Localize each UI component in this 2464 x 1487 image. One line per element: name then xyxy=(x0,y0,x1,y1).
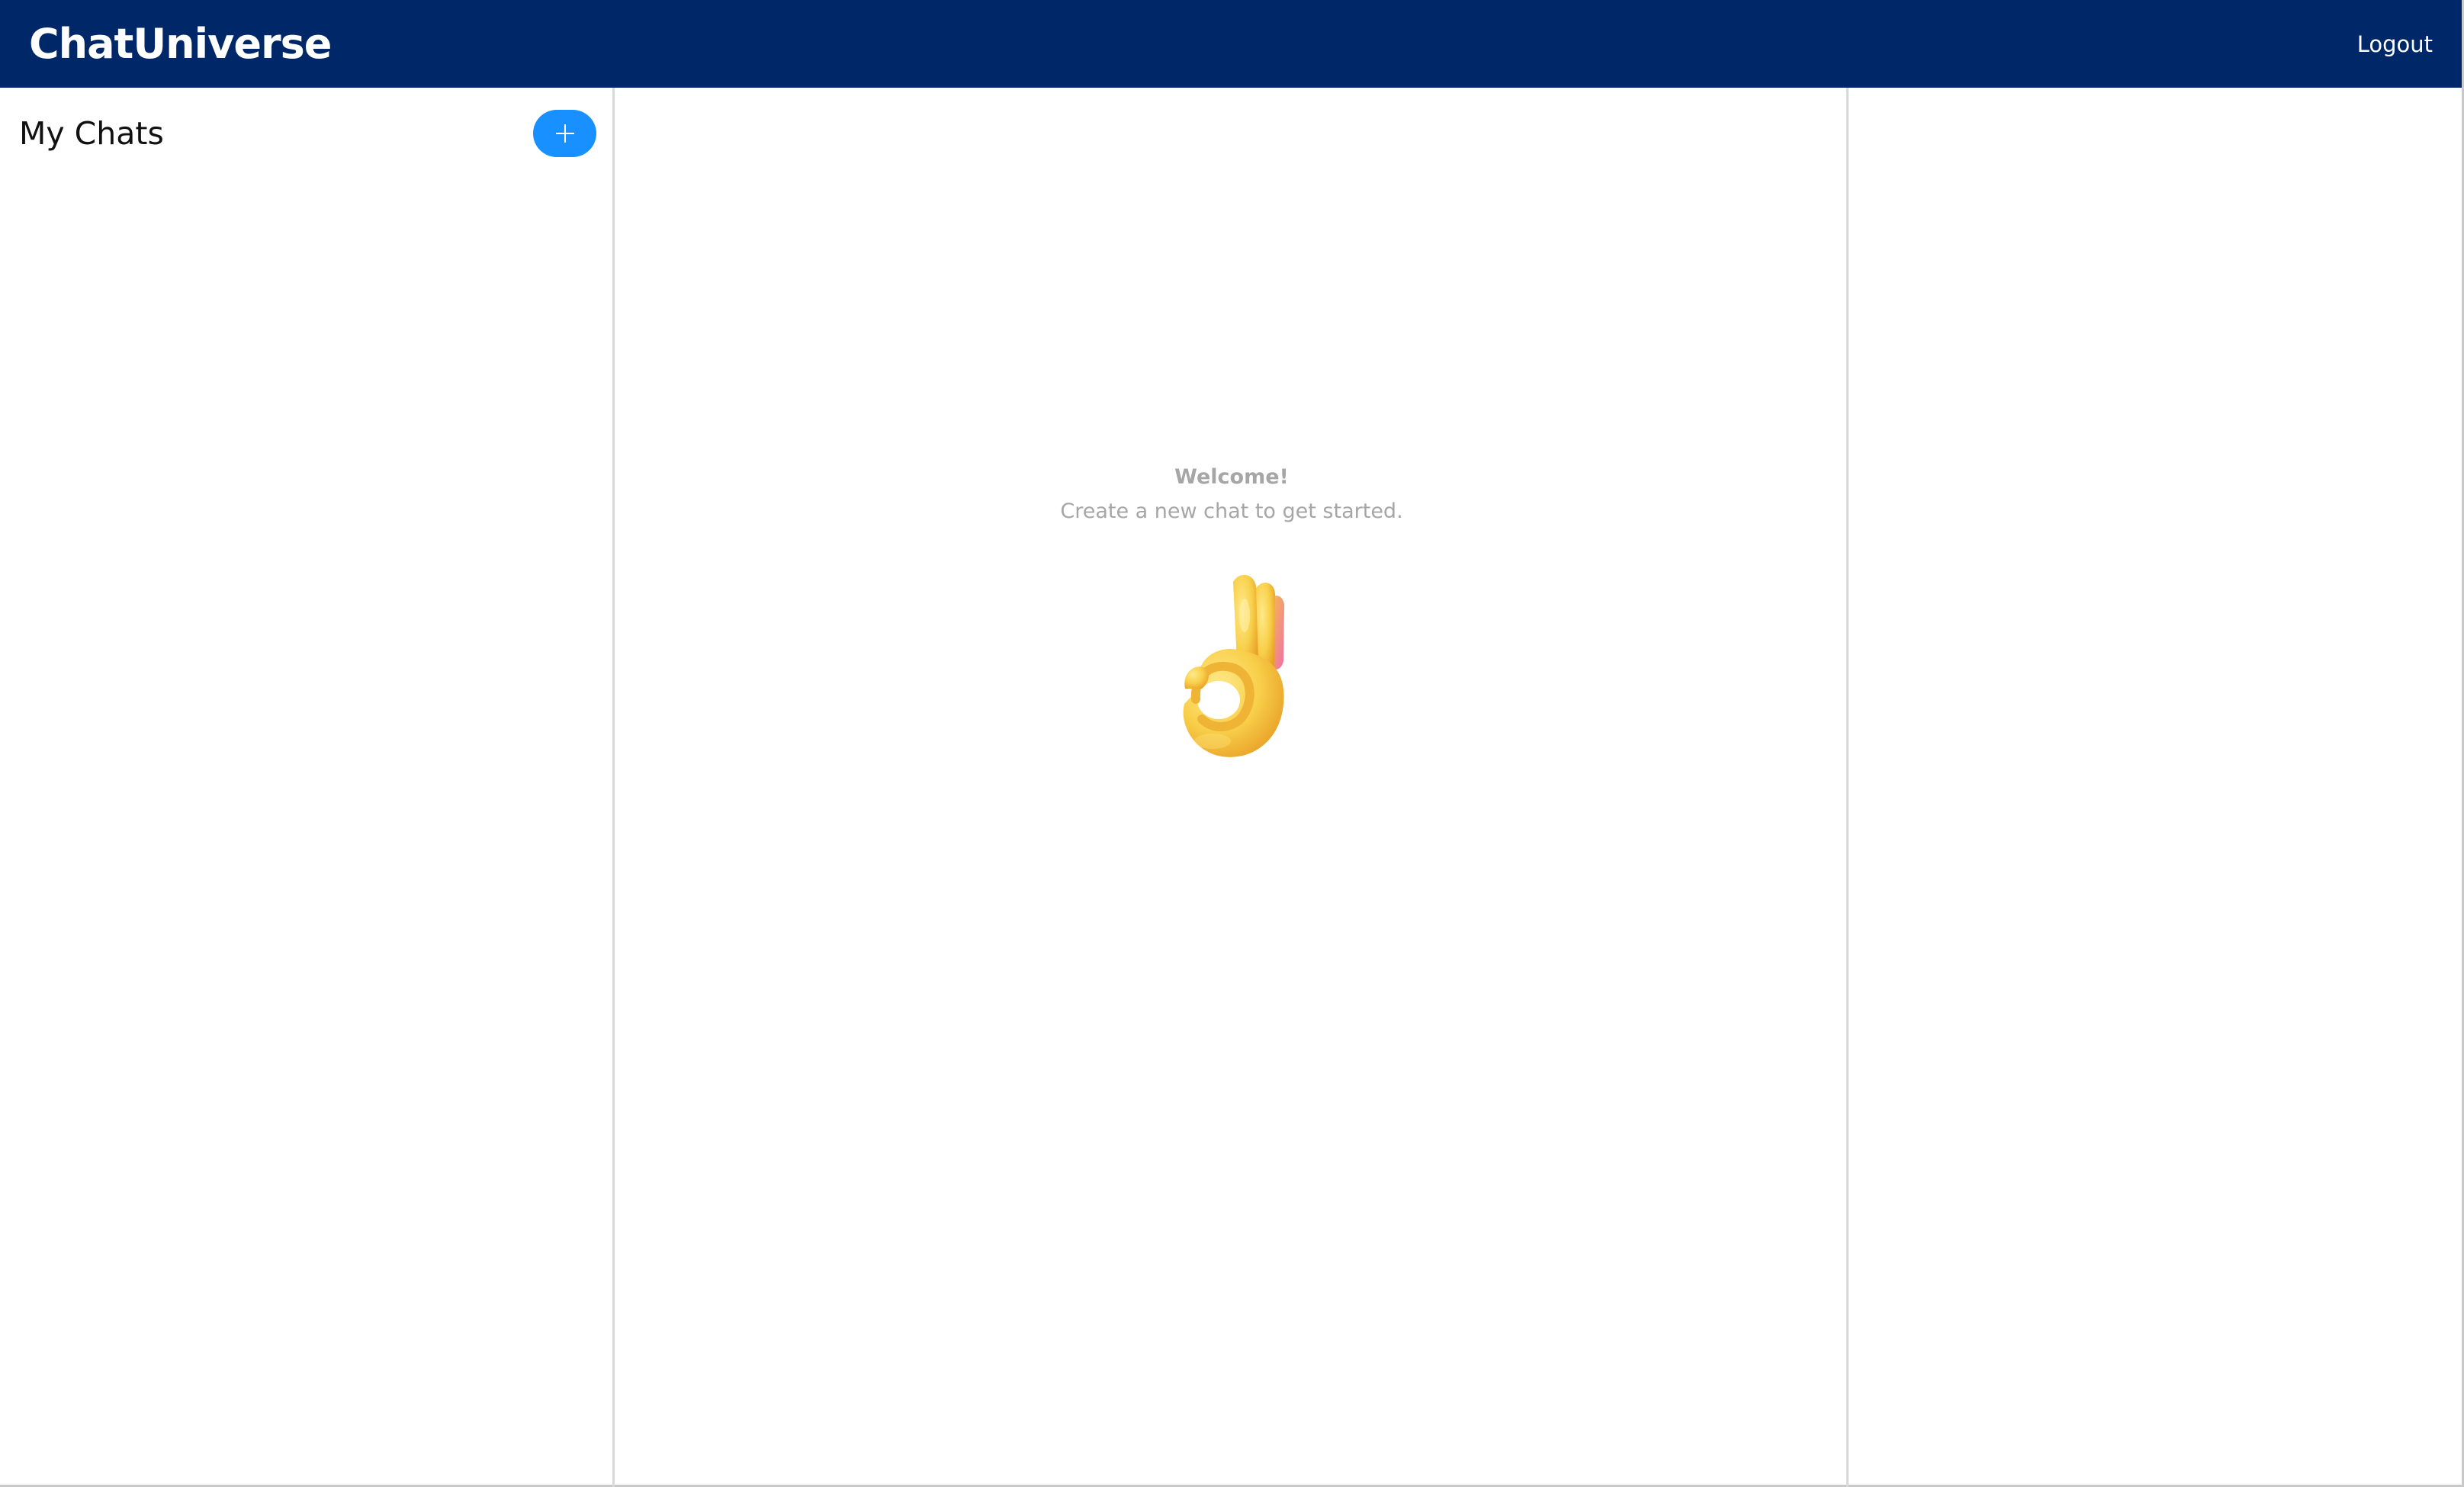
details-panel xyxy=(1851,88,2462,1487)
sidebar-title: My Chats xyxy=(19,115,164,152)
plus-icon xyxy=(555,124,574,143)
welcome-title: Welcome! xyxy=(1174,465,1289,489)
chat-app: ChatUniverse Logout My Chats Welcome! Cr… xyxy=(0,0,2464,1487)
sidebar-header: My Chats xyxy=(19,88,596,179)
welcome-message: Welcome! Create a new chat to get starte… xyxy=(617,465,1846,523)
welcome-subtitle: Create a new chat to get started. xyxy=(1060,499,1403,523)
logout-button[interactable]: Logout xyxy=(2357,31,2433,57)
chat-main-panel: Welcome! Create a new chat to get starte… xyxy=(617,88,1849,1487)
top-navigation-bar: ChatUniverse Logout xyxy=(0,0,2462,88)
new-chat-button[interactable] xyxy=(533,110,596,157)
app-brand: ChatUniverse xyxy=(29,19,332,68)
ok-hand-icon xyxy=(1183,574,1284,757)
chat-sidebar: My Chats xyxy=(0,88,615,1487)
